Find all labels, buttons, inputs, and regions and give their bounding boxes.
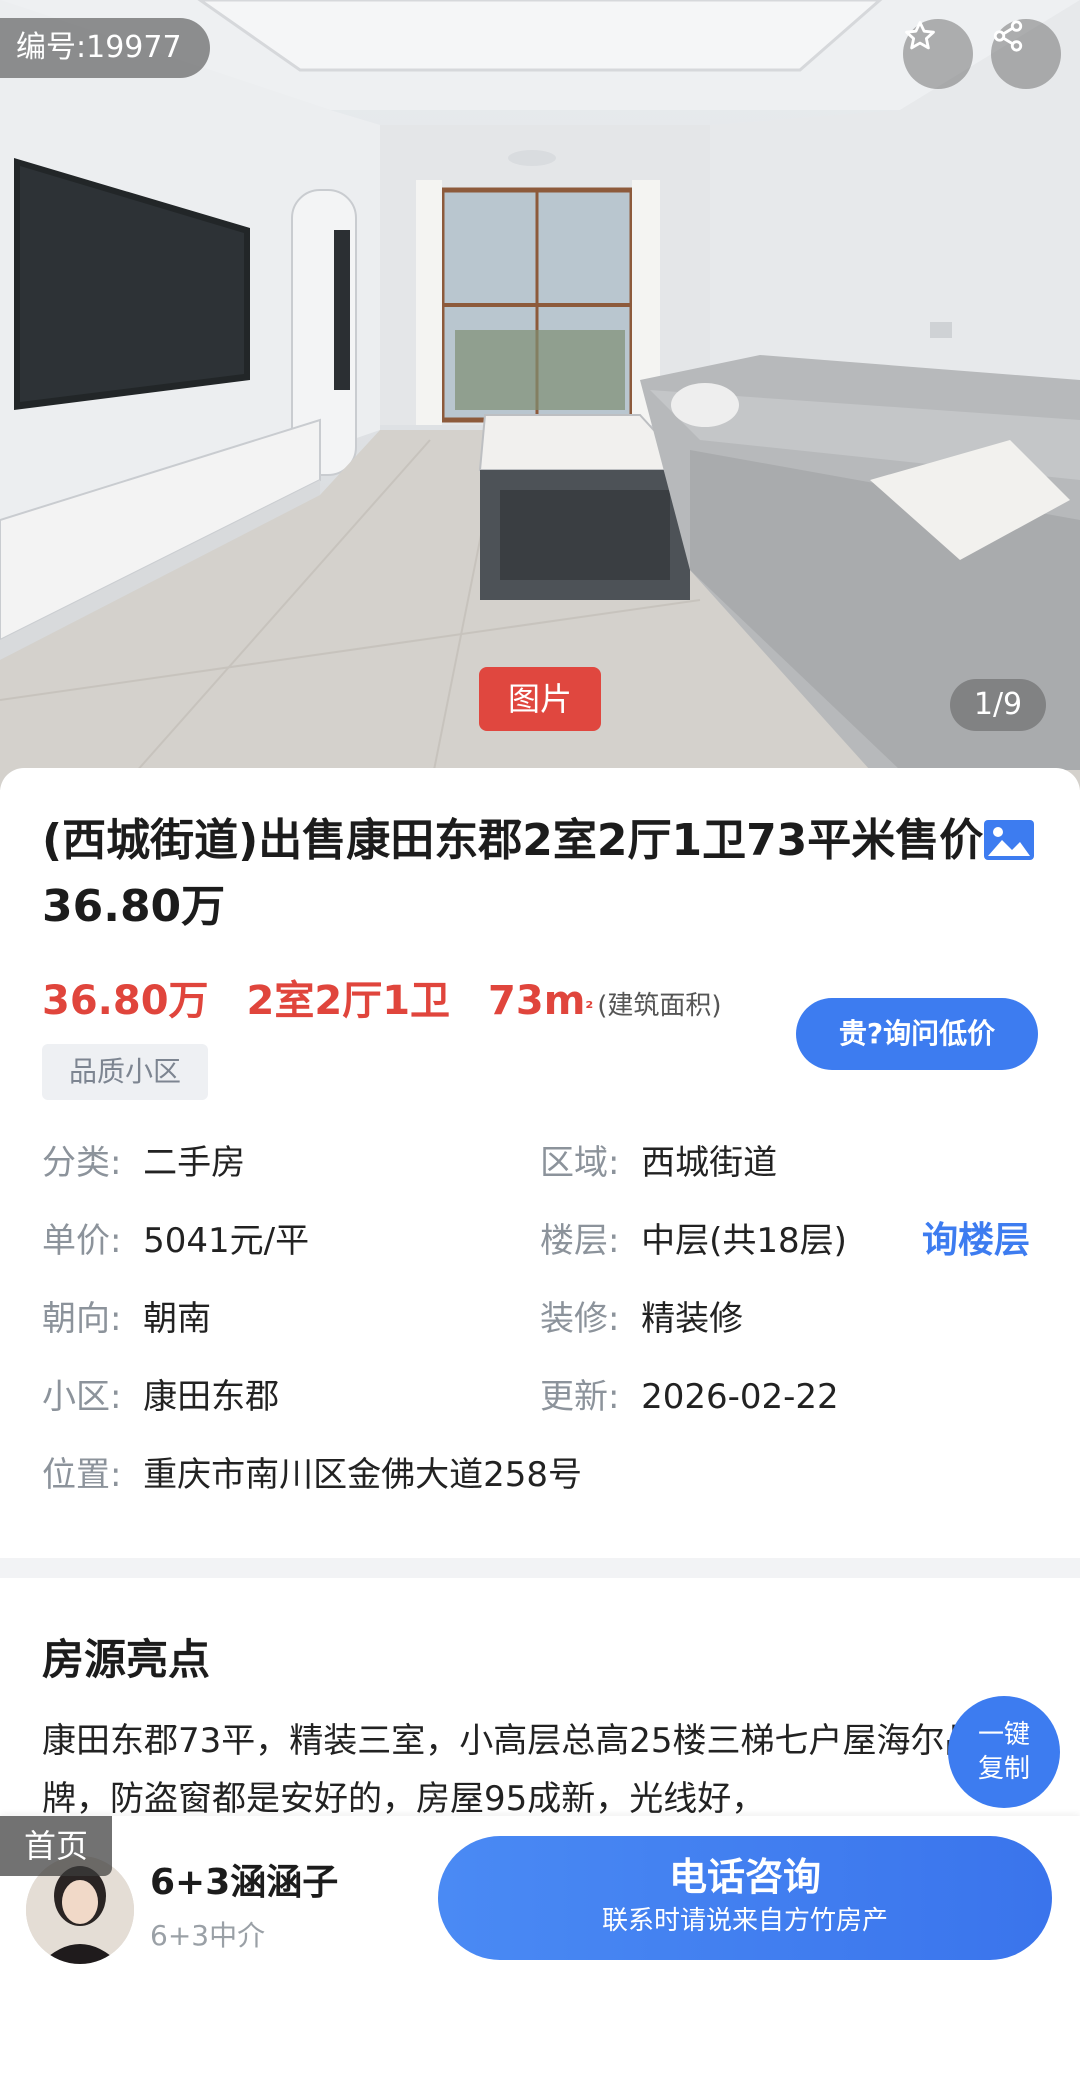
call-button-sublabel: 联系时请说来自方竹房产 <box>601 1906 888 1936</box>
listing-title: (西城街道)出售康田东郡2室2厅1卫73平米售价36.80万 <box>42 815 984 932</box>
info-category: 分类: 二手房 <box>42 1138 245 1188</box>
info-key: 位置: <box>42 1455 122 1495</box>
area-note: (建筑面积) <box>597 991 722 1021</box>
copy-button-label: 一键复制 <box>977 1720 1030 1784</box>
ask-floor-link[interactable]: 询楼层 <box>922 1216 1030 1266</box>
info-unit-price: 单价: 5041元/平 <box>42 1216 309 1266</box>
call-button-label: 电话咨询 <box>668 1855 821 1899</box>
listing-photo[interactable]: 编号:19977 图片 1/9 <box>0 0 1080 790</box>
info-key: 装修: <box>540 1299 620 1339</box>
info-value: 中层(共18层) <box>641 1221 847 1261</box>
info-value: 重庆市南川区金佛大道258号 <box>143 1455 582 1495</box>
room-layout: 2室2厅1卫 <box>246 978 451 1024</box>
info-community: 小区: 康田东郡 <box>42 1372 279 1422</box>
info-value: 朝南 <box>143 1299 212 1339</box>
quality-community-tag: 品质小区 <box>42 1044 208 1100</box>
photo-counter: 1/9 <box>950 679 1046 731</box>
info-updated: 更新: 2026-02-22 <box>540 1372 839 1422</box>
highlights-text: 康田东郡73平，精装三室，小高层总高25楼三梯七户屋海尔品牌，防盗窗都是安好的，… <box>42 1721 979 1819</box>
phone-consult-button[interactable]: 电话咨询 联系时请说来自方竹房产 <box>438 1836 1052 1960</box>
info-key: 朝向: <box>42 1299 122 1339</box>
info-decoration: 装修: 精装修 <box>540 1294 743 1344</box>
ask-lower-price-button[interactable]: 贵?询问低价 <box>796 998 1038 1070</box>
favorite-button[interactable] <box>903 19 973 89</box>
info-value: 2026-02-22 <box>641 1377 839 1417</box>
section-divider <box>0 1558 1080 1578</box>
info-key: 分类: <box>42 1143 122 1183</box>
info-floor: 楼层: 中层(共18层) <box>540 1216 847 1266</box>
info-region: 区域: 西城街道 <box>540 1138 777 1188</box>
listing-id-badge: 编号:19977 <box>0 18 210 78</box>
info-key: 更新: <box>540 1377 620 1417</box>
info-key: 楼层: <box>540 1221 620 1261</box>
bottom-contact-bar: 首页 6+3涵涵子 6+3中介 电话咨询 联系时请说来自方竹房产 <box>0 1816 1080 2074</box>
share-icon <box>993 20 1023 52</box>
share-button[interactable] <box>991 19 1061 89</box>
image-icon[interactable] <box>982 818 1036 862</box>
info-orientation: 朝向: 朝南 <box>42 1294 211 1344</box>
home-tab[interactable]: 首页 <box>0 1816 112 1876</box>
info-key: 单价: <box>42 1221 122 1261</box>
info-location: 位置: 重庆市南川区金佛大道258号 <box>42 1450 582 1500</box>
photo-tab[interactable]: 图片 <box>479 667 601 731</box>
highlights-title: 房源亮点 <box>42 1635 211 1684</box>
info-key: 小区: <box>42 1377 122 1417</box>
listing-detail-card: (西城街道)出售康田东郡2室2厅1卫73平米售价36.80万 36.80万 2室… <box>0 768 1080 1558</box>
info-value: 西城街道 <box>641 1143 778 1183</box>
area-value: 73m <box>488 978 586 1024</box>
price-row: 36.80万 2室2厅1卫 73m ² (建筑面积) <box>42 968 722 1028</box>
agent-company: 6+3中介 <box>150 1919 266 1952</box>
copy-button[interactable]: 一键复制 <box>948 1696 1060 1808</box>
info-value: 精装修 <box>641 1299 744 1339</box>
total-price: 36.80万 <box>42 978 209 1024</box>
info-value: 5041元/平 <box>143 1221 310 1261</box>
info-key: 区域: <box>540 1143 620 1183</box>
area-unit: ² <box>585 998 594 1019</box>
agent-name: 6+3涵涵子 <box>150 1862 339 1903</box>
star-icon <box>905 21 935 50</box>
info-value: 二手房 <box>143 1143 246 1183</box>
info-value: 康田东郡 <box>143 1377 280 1417</box>
